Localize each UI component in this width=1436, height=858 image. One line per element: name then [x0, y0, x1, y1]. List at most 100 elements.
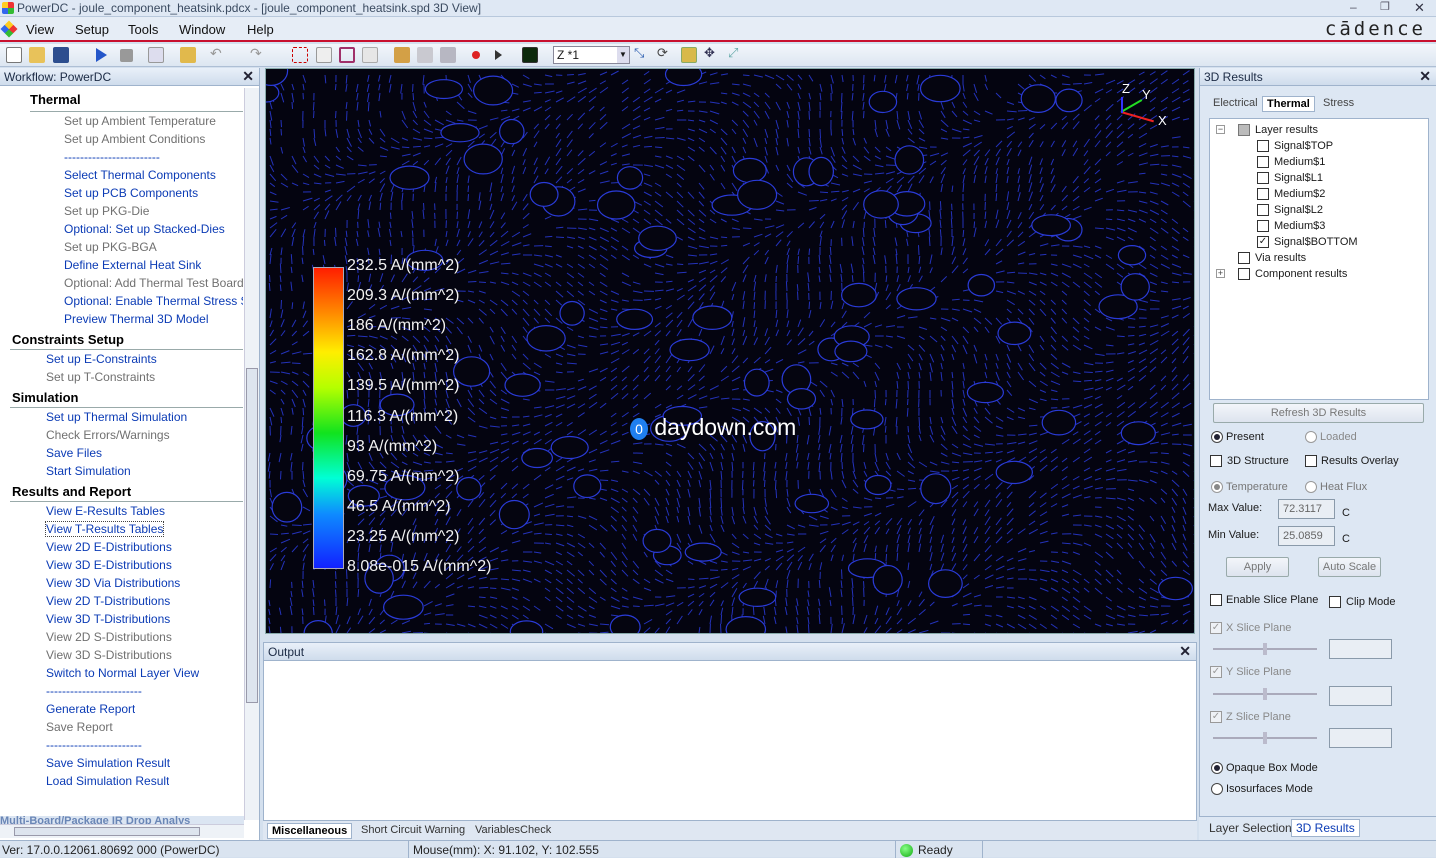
workflow-item[interactable]: View 2D T-Distributions: [46, 594, 170, 608]
app-menu-icon[interactable]: [1, 21, 18, 38]
axis-icon[interactable]: ⤡: [634, 45, 650, 61]
tab-layer-selection[interactable]: Layer Selection: [1205, 820, 1296, 836]
workflow-item[interactable]: Optional: Enable Thermal Stress Si: [64, 294, 243, 308]
z-slice-slider[interactable]: [1213, 737, 1317, 739]
close-icon[interactable]: ✕: [1414, 0, 1425, 16]
step-icon[interactable]: [495, 50, 502, 60]
refresh-results-button[interactable]: Refresh 3D Results: [1213, 403, 1424, 423]
workflow-item[interactable]: Optional: Set up Stacked-Dies: [64, 222, 225, 236]
redo-icon[interactable]: ↷: [250, 45, 266, 61]
tree-item-label[interactable]: Signal$L2: [1274, 204, 1323, 216]
stop-icon[interactable]: [120, 49, 133, 62]
y-slice-value[interactable]: [1329, 686, 1392, 706]
tab-variablescheck[interactable]: VariablesCheck: [471, 823, 555, 837]
workflow-item[interactable]: View 3D Via Distributions: [46, 576, 180, 590]
select-box-icon[interactable]: [292, 47, 308, 63]
max-value-field[interactable]: 72.3117: [1278, 499, 1335, 519]
min-value-field[interactable]: 25.0859: [1278, 526, 1335, 546]
workflow-item[interactable]: Select Thermal Components: [64, 168, 216, 182]
y-slice-slider[interactable]: [1213, 693, 1317, 695]
tree-checkbox[interactable]: [1257, 204, 1269, 216]
tree-item-label[interactable]: Via results: [1255, 252, 1306, 264]
3d-structure-checkbox[interactable]: [1210, 455, 1222, 467]
tree-checkbox[interactable]: [1257, 220, 1269, 232]
clip-mode-checkbox[interactable]: [1329, 596, 1341, 608]
workflow-item[interactable]: Load Simulation Result: [46, 774, 169, 788]
tree-item-label[interactable]: Signal$TOP: [1274, 140, 1333, 152]
print-icon[interactable]: [440, 47, 456, 63]
workflow-item[interactable]: Set up E-Constraints: [46, 352, 157, 366]
workflow-scrollbar[interactable]: [244, 88, 259, 820]
workflow-item[interactable]: Save Simulation Result: [46, 756, 170, 770]
z-slice-checkbox[interactable]: ✓: [1210, 711, 1222, 723]
collapse-icon[interactable]: −: [1216, 125, 1225, 134]
apply-button[interactable]: Apply: [1226, 557, 1289, 577]
opaque-box-radio[interactable]: [1211, 762, 1223, 774]
tree-checkbox[interactable]: [1257, 188, 1269, 200]
measure-icon[interactable]: ⤢: [728, 45, 744, 61]
restore-icon[interactable]: ❐: [1380, 0, 1390, 13]
tab-electrical[interactable]: Electrical: [1209, 96, 1262, 110]
3d-view[interactable]: 232.5 A/(mm^2)209.3 A/(mm^2)186 A/(mm^2)…: [265, 68, 1195, 634]
open-folder-icon[interactable]: [29, 47, 45, 63]
menu-view[interactable]: View: [26, 22, 54, 37]
tree-checkbox[interactable]: [1257, 140, 1269, 152]
workflow-item[interactable]: Set up Thermal Simulation: [46, 410, 187, 424]
x-slice-value[interactable]: [1329, 639, 1392, 659]
enable-slice-checkbox[interactable]: [1210, 594, 1222, 606]
tree-checkbox[interactable]: [1238, 268, 1250, 280]
save-icon[interactable]: [53, 47, 69, 63]
tree-item-label[interactable]: Component results: [1255, 268, 1347, 280]
open-project-icon[interactable]: [180, 47, 196, 63]
new-file-icon[interactable]: [6, 47, 22, 63]
zoom-out-icon[interactable]: [362, 47, 378, 63]
play-icon[interactable]: [96, 48, 107, 62]
workflow-item[interactable]: Define External Heat Sink: [64, 258, 201, 272]
tab-short-circuit-warning[interactable]: Short Circuit Warning: [357, 823, 469, 837]
chart-icon[interactable]: [522, 47, 538, 63]
record-icon[interactable]: [472, 51, 480, 59]
tree-item-label[interactable]: Medium$3: [1274, 220, 1325, 232]
x-slice-checkbox[interactable]: ✓: [1210, 622, 1222, 634]
zoom-select[interactable]: Z *1 ▼: [553, 46, 630, 64]
workflow-item[interactable]: Set up PCB Components: [64, 186, 198, 200]
y-slice-checkbox[interactable]: ✓: [1210, 666, 1222, 678]
tree-item-label[interactable]: Layer results: [1255, 124, 1318, 136]
fit-view-icon[interactable]: [339, 47, 355, 63]
workflow-item[interactable]: Switch to Normal Layer View: [46, 666, 199, 680]
tree-item-label[interactable]: Medium$2: [1274, 188, 1325, 200]
workflow-item[interactable]: View 2D E-Distributions: [46, 540, 172, 554]
undo-icon[interactable]: ↶: [210, 45, 226, 61]
layer-icon[interactable]: [394, 47, 410, 63]
workflow-item[interactable]: Generate Report: [46, 702, 135, 716]
x-slice-slider[interactable]: [1213, 648, 1317, 650]
tree-checkbox[interactable]: [1238, 252, 1250, 264]
workflow-item[interactable]: Start Simulation: [46, 464, 131, 478]
menu-tools[interactable]: Tools: [128, 22, 158, 37]
temperature-radio[interactable]: [1211, 481, 1223, 493]
close-icon[interactable]: ✕: [1419, 68, 1431, 85]
workflow-item[interactable]: View 3D E-Distributions: [46, 558, 172, 572]
heat-flux-radio[interactable]: [1305, 481, 1317, 493]
tab-stress[interactable]: Stress: [1319, 96, 1358, 110]
close-icon[interactable]: ✕: [242, 68, 254, 85]
workflow-item[interactable]: Save Files: [46, 446, 102, 460]
tree-checkbox[interactable]: [1238, 124, 1250, 136]
workflow-item[interactable]: View T-Results Tables: [46, 522, 163, 536]
tree-item-label[interactable]: Signal$L1: [1274, 172, 1323, 184]
tab-miscellaneous[interactable]: Miscellaneous: [267, 823, 352, 839]
expand-icon[interactable]: +: [1216, 269, 1225, 278]
tree-checkbox[interactable]: [1257, 172, 1269, 184]
solid-view-icon[interactable]: [681, 47, 697, 63]
isosurfaces-radio[interactable]: [1211, 783, 1223, 795]
tab-3d-results[interactable]: 3D Results: [1291, 819, 1360, 837]
tab-thermal[interactable]: Thermal: [1262, 96, 1315, 112]
tree-item-label[interactable]: Medium$1: [1274, 156, 1325, 168]
close-icon[interactable]: ✕: [1179, 643, 1191, 660]
tree-checkbox[interactable]: ✓: [1257, 236, 1269, 248]
loaded-radio[interactable]: [1305, 431, 1317, 443]
workflow-item[interactable]: View E-Results Tables: [46, 504, 165, 518]
pan-icon[interactable]: ✥: [704, 45, 720, 61]
tree-item-label[interactable]: Signal$BOTTOM: [1274, 236, 1358, 248]
auto-scale-button[interactable]: Auto Scale: [1318, 557, 1381, 577]
